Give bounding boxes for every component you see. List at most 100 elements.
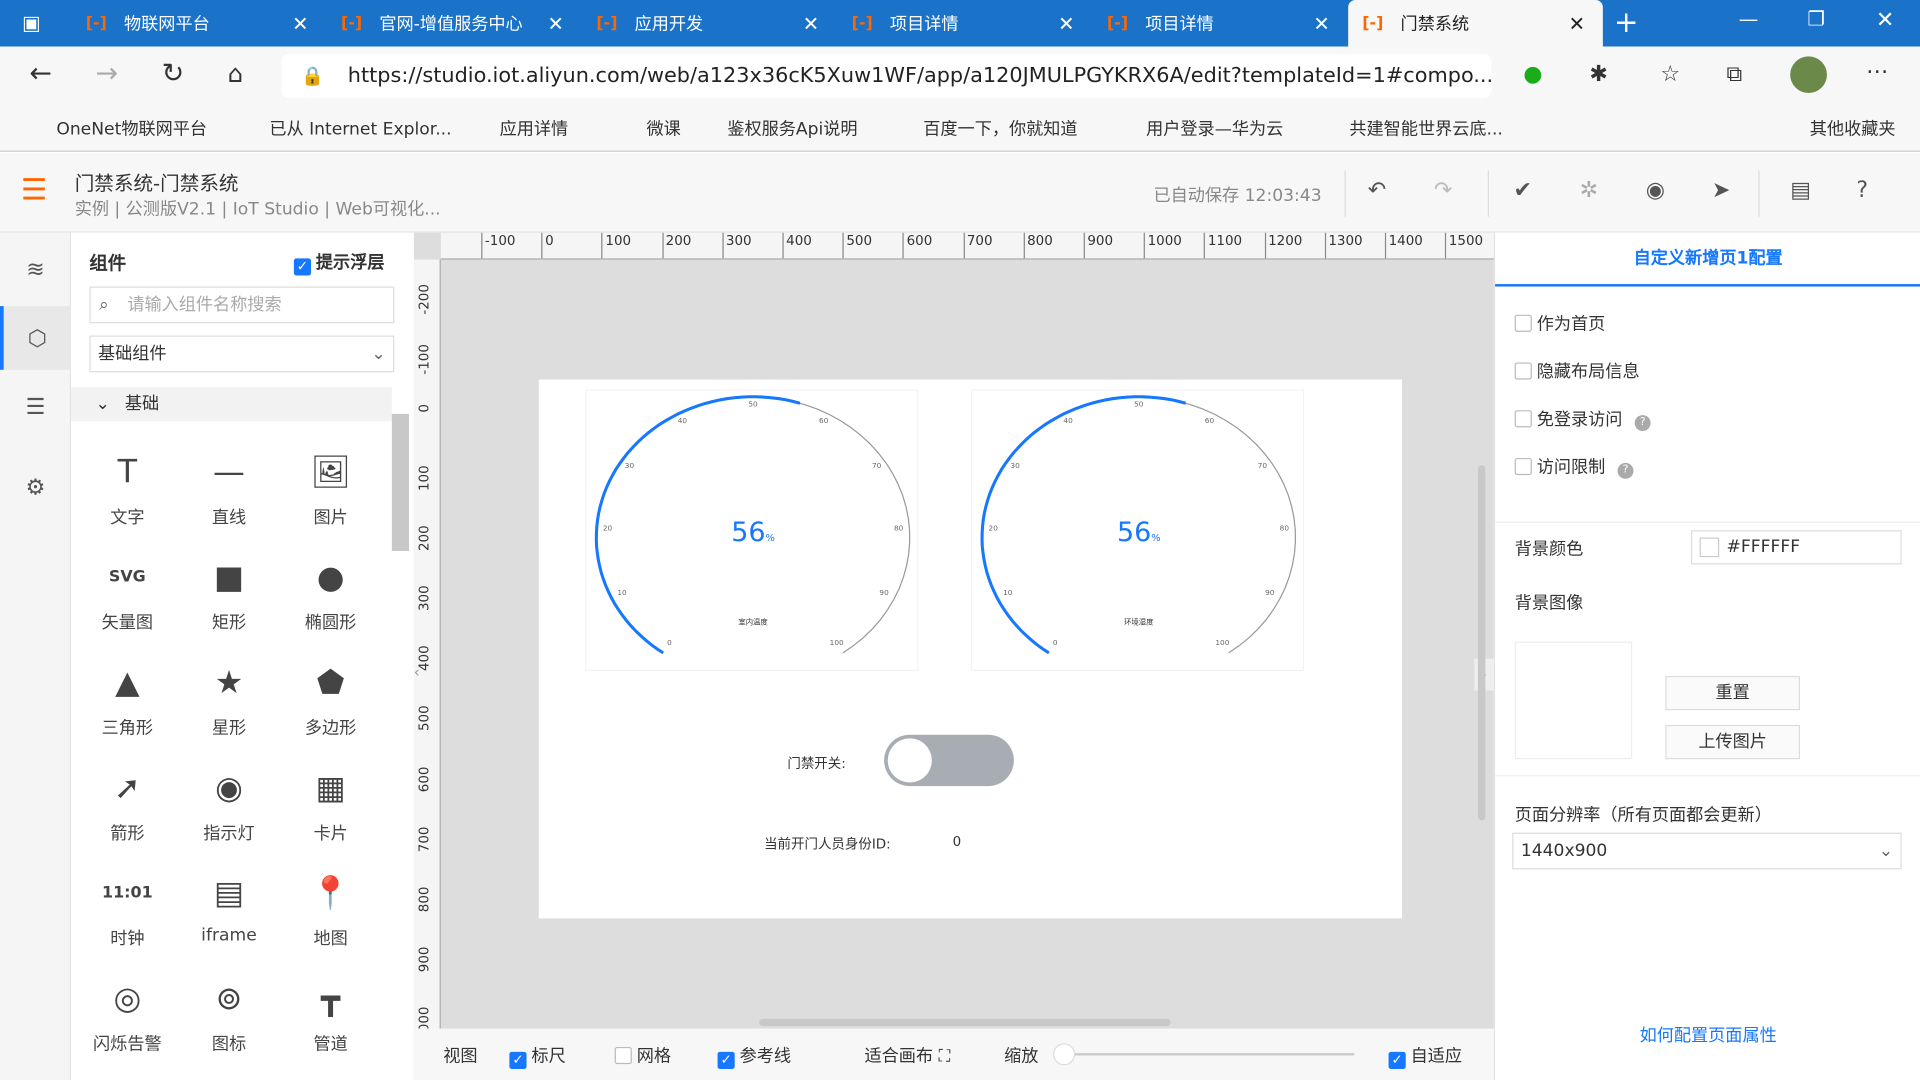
close-tab-icon[interactable]: ✕ bbox=[1569, 12, 1585, 35]
gauge-2[interactable]: 0 10 20 30 40 50 60 70 80 90 100 56% 环境湿度 bbox=[971, 389, 1305, 672]
bookmark-item[interactable]: 百度一下，你就知道 bbox=[923, 116, 1077, 140]
adaptive-checkbox[interactable]: ✓ 自适应 bbox=[1388, 1043, 1462, 1069]
panel-tab-title[interactable]: 自定义新增页1配置 bbox=[1495, 233, 1920, 287]
help-icon[interactable]: ? bbox=[1634, 415, 1651, 432]
page-option-checkbox[interactable]: 访问限制? bbox=[1514, 454, 1634, 479]
page-option-checkbox[interactable]: 免登录访问? bbox=[1514, 407, 1651, 432]
menu-icon[interactable]: ☰ bbox=[21, 175, 47, 204]
checkbox[interactable] bbox=[1514, 314, 1532, 332]
favorites-icon[interactable]: ☆ bbox=[1660, 61, 1680, 87]
fit-canvas-button[interactable]: 适合画布 ⛶ bbox=[864, 1043, 950, 1067]
home-button[interactable]: ⌂ bbox=[228, 59, 244, 88]
close-tab-icon[interactable]: ✕ bbox=[1313, 12, 1329, 35]
horizontal-scrollbar[interactable] bbox=[759, 1018, 1171, 1027]
extension-icon[interactable]: ● bbox=[1523, 61, 1542, 87]
close-tab-icon[interactable]: ✕ bbox=[803, 12, 819, 35]
close-tab-icon[interactable]: ✕ bbox=[292, 12, 308, 35]
component-item[interactable]: ◉ 指示灯 bbox=[180, 764, 278, 869]
component-item[interactable]: — 直线 bbox=[180, 448, 278, 553]
checkbox[interactable] bbox=[1514, 362, 1532, 380]
resolution-select[interactable]: 1440x900 ⌄ bbox=[1512, 832, 1902, 870]
gauge-1[interactable]: 0 10 20 30 40 50 60 70 80 90 100 56% 室内温度 bbox=[585, 389, 919, 672]
back-button[interactable]: ← bbox=[29, 59, 52, 90]
bookmark-item[interactable]: 共建智能世界云底... bbox=[1349, 116, 1503, 140]
bookmark-item[interactable]: 鉴权服务Api说明 bbox=[727, 116, 857, 140]
component-item[interactable]: ▤ iframe bbox=[180, 869, 278, 974]
preview-eye-icon[interactable]: ◉ bbox=[1646, 178, 1665, 204]
bookmark-item[interactable]: 其他收藏夹 bbox=[1810, 116, 1896, 140]
browser-tab[interactable]: [-] 物联网平台 ✕ bbox=[71, 0, 326, 47]
close-tab-icon[interactable]: ✕ bbox=[1058, 12, 1074, 35]
browser-tab[interactable]: [-] 门禁系统 ✕ bbox=[1347, 0, 1603, 47]
upload-image-button[interactable]: 上传图片 bbox=[1665, 724, 1801, 760]
components-icon[interactable]: ⬡ bbox=[0, 306, 72, 370]
page-option-checkbox[interactable]: 隐藏布局信息 bbox=[1514, 359, 1640, 383]
browser-tab[interactable]: [-] 项目详情 ✕ bbox=[837, 0, 1092, 47]
close-window-button[interactable]: ✕ bbox=[1876, 7, 1894, 33]
component-item[interactable]: 11:01 时钟 bbox=[78, 869, 176, 974]
ruler-checkbox[interactable]: ✓ 标尺 bbox=[509, 1043, 566, 1069]
reset-button[interactable]: 重置 bbox=[1665, 675, 1801, 711]
component-item[interactable]: 📍 地图 bbox=[282, 869, 380, 974]
url-input[interactable]: 🔒 https://studio.iot.aliyun.com/web/a123x… bbox=[281, 53, 1492, 98]
help-icon[interactable]: ? bbox=[1856, 178, 1868, 204]
browser-tab[interactable]: [-] 应用开发 ✕ bbox=[582, 0, 837, 47]
component-item[interactable]: ◎ 闪烁告警 bbox=[78, 975, 176, 1080]
pages-icon[interactable]: ☰ bbox=[0, 375, 71, 439]
bookmark-item[interactable]: 应用详情 bbox=[500, 116, 569, 140]
tab-actions-icon[interactable]: ▣ bbox=[22, 11, 41, 34]
bookmark-item[interactable]: 微课 bbox=[647, 116, 681, 140]
forward-button[interactable]: → bbox=[96, 59, 119, 90]
browser-tab[interactable]: [-] 项目详情 ✕ bbox=[1092, 0, 1347, 47]
debug-icon[interactable]: ✲ bbox=[1580, 178, 1598, 204]
extensions-icon[interactable]: ✱ bbox=[1589, 61, 1607, 87]
component-item[interactable]: ▦ 卡片 bbox=[282, 764, 380, 869]
component-item[interactable]: SVG 矢量图 bbox=[78, 553, 176, 658]
scrollbar[interactable] bbox=[391, 413, 409, 552]
category-select[interactable]: 基础组件 ⌄ bbox=[89, 335, 395, 373]
minimize-button[interactable]: — bbox=[1739, 7, 1759, 30]
checkbox[interactable] bbox=[1514, 457, 1532, 476]
component-item[interactable]: 🖼 图片 bbox=[282, 448, 380, 553]
redo-icon[interactable]: ↷ bbox=[1434, 178, 1452, 204]
refresh-button[interactable]: ↻ bbox=[162, 59, 185, 90]
publish-icon[interactable]: ➤ bbox=[1712, 178, 1730, 204]
component-item[interactable]: T 文字 bbox=[78, 448, 176, 553]
group-header[interactable]: ⌄ 基础 bbox=[71, 386, 392, 422]
help-icon[interactable]: ? bbox=[1617, 462, 1634, 479]
browser-tab[interactable]: [-] 官网-增值服务中心 ✕ bbox=[326, 0, 581, 47]
check-icon[interactable]: ✔ bbox=[1513, 178, 1531, 204]
more-icon[interactable]: ⋯ bbox=[1866, 59, 1888, 85]
door-switch-toggle[interactable] bbox=[884, 734, 1014, 787]
vertical-scrollbar[interactable] bbox=[1477, 465, 1486, 821]
component-item[interactable]: ┳ 管道 bbox=[282, 975, 380, 1080]
new-tab-button[interactable]: + bbox=[1614, 5, 1639, 39]
checkbox[interactable] bbox=[1514, 410, 1532, 428]
component-item[interactable]: ▲ 三角形 bbox=[78, 659, 176, 764]
layers-icon[interactable]: ≋ bbox=[0, 238, 71, 302]
page-option-checkbox[interactable]: 作为首页 bbox=[1514, 311, 1605, 335]
component-item[interactable]: ● 椭圆形 bbox=[282, 553, 380, 658]
component-search-input[interactable]: ⌕ 请输入组件名称搜索 bbox=[89, 286, 395, 324]
grid-checkbox[interactable]: 网格 bbox=[614, 1043, 671, 1067]
bookmark-item[interactable]: 用户登录—华为云 bbox=[1146, 116, 1283, 140]
zoom-slider[interactable] bbox=[1053, 1043, 1355, 1066]
bookmark-item[interactable]: OneNet物联网平台 bbox=[56, 116, 207, 140]
undo-icon[interactable]: ↶ bbox=[1368, 178, 1386, 204]
tooltip-toggle[interactable]: ✓ 提示浮层 bbox=[293, 250, 384, 276]
document-icon[interactable]: ▤ bbox=[1790, 178, 1811, 204]
collections-icon[interactable]: ⧉ bbox=[1727, 61, 1743, 87]
component-item[interactable]: ⬟ 多边形 bbox=[282, 659, 380, 764]
component-item[interactable]: ⊚ 图标 bbox=[180, 975, 278, 1080]
restore-button[interactable]: ❐ bbox=[1807, 7, 1825, 30]
component-item[interactable]: ■ 矩形 bbox=[180, 553, 278, 658]
close-tab-icon[interactable]: ✕ bbox=[547, 12, 563, 35]
collapse-left-icon[interactable]: ‹ bbox=[414, 664, 420, 681]
page-canvas[interactable]: 0 10 20 30 40 50 60 70 80 90 100 56% 室内温度 0 10 20 30 4… bbox=[538, 379, 1403, 919]
guides-checkbox[interactable]: ✓ 参考线 bbox=[717, 1043, 791, 1069]
bg-color-input[interactable]: #FFFFFF bbox=[1691, 530, 1902, 565]
component-item[interactable]: ★ 星形 bbox=[180, 659, 278, 764]
component-item[interactable]: ➚ 箭形 bbox=[78, 764, 176, 869]
help-link[interactable]: 如何配置页面属性 bbox=[1495, 1022, 1920, 1046]
bookmark-item[interactable]: 已从 Internet Explor... bbox=[269, 116, 451, 140]
